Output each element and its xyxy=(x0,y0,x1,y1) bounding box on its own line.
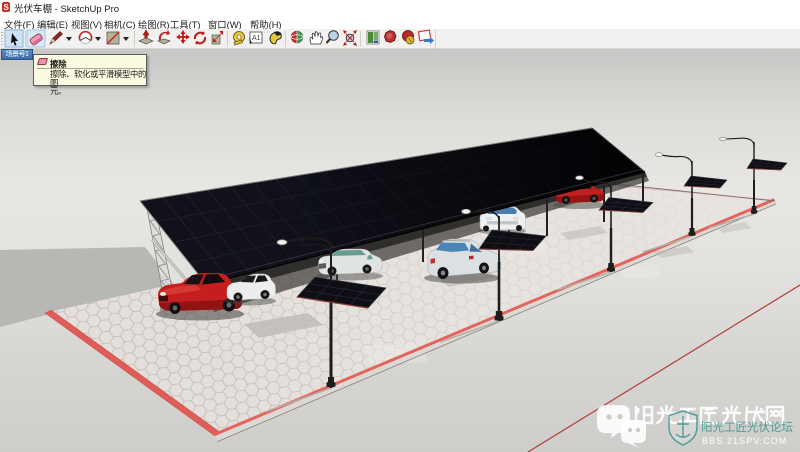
svg-text:阳光工匠光伏论坛: 阳光工匠光伏论坛 xyxy=(701,420,793,434)
svg-text:A1: A1 xyxy=(252,35,261,42)
svg-text:BBS.21SPV.COM: BBS.21SPV.COM xyxy=(702,436,788,446)
